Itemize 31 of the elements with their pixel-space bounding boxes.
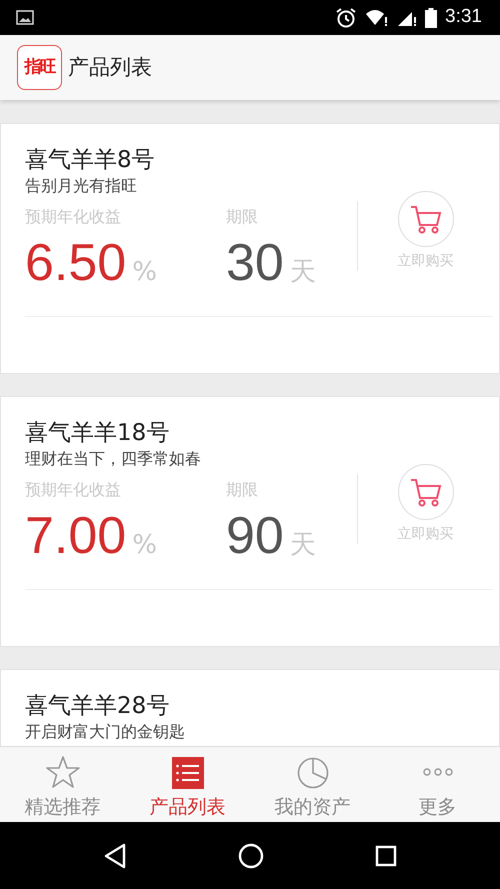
product-card[interactable]: 喜气羊羊28号 开启财富大门的金钥匙 bbox=[0, 669, 500, 746]
star-icon bbox=[44, 755, 80, 789]
product-slogan: 告别月光有指旺 bbox=[25, 176, 138, 197]
term-value: 30 bbox=[226, 236, 284, 289]
tab[interactable]: 精选推荐 bbox=[0, 747, 125, 822]
back-icon[interactable] bbox=[103, 842, 128, 868]
home-icon[interactable] bbox=[238, 842, 264, 868]
list-icon bbox=[172, 756, 204, 788]
rate-unit: % bbox=[132, 256, 157, 289]
battery-icon bbox=[425, 8, 438, 28]
more-icon bbox=[422, 766, 452, 776]
product-slogan: 理财在当下，四季常如春 bbox=[25, 448, 202, 470]
wifi-icon bbox=[365, 8, 390, 26]
alarm-icon bbox=[335, 6, 358, 28]
tab[interactable]: 更多 bbox=[375, 747, 500, 822]
product-name: 喜气羊羊28号 bbox=[25, 692, 170, 721]
pie-chart-icon bbox=[296, 756, 328, 788]
image-icon bbox=[16, 10, 34, 25]
page-title: 产品列表 bbox=[68, 54, 152, 81]
term-value: 90 bbox=[226, 510, 284, 562]
tab[interactable]: 产品列表 bbox=[125, 747, 250, 822]
rate-unit: % bbox=[132, 528, 157, 562]
product-name: 喜气羊羊18号 bbox=[25, 419, 170, 448]
app-logo: 指旺 bbox=[17, 45, 62, 90]
rate-value: 6.50 bbox=[25, 236, 126, 289]
product-name: 喜气羊羊8号 bbox=[25, 146, 156, 175]
rate-value: 7.00 bbox=[25, 510, 126, 562]
recents-icon[interactable] bbox=[374, 844, 397, 866]
product-slogan: 开启财富大门的金钥匙 bbox=[25, 722, 186, 743]
tab[interactable]: 我的资产 bbox=[250, 747, 375, 822]
status-time: 3:31 bbox=[445, 5, 482, 30]
